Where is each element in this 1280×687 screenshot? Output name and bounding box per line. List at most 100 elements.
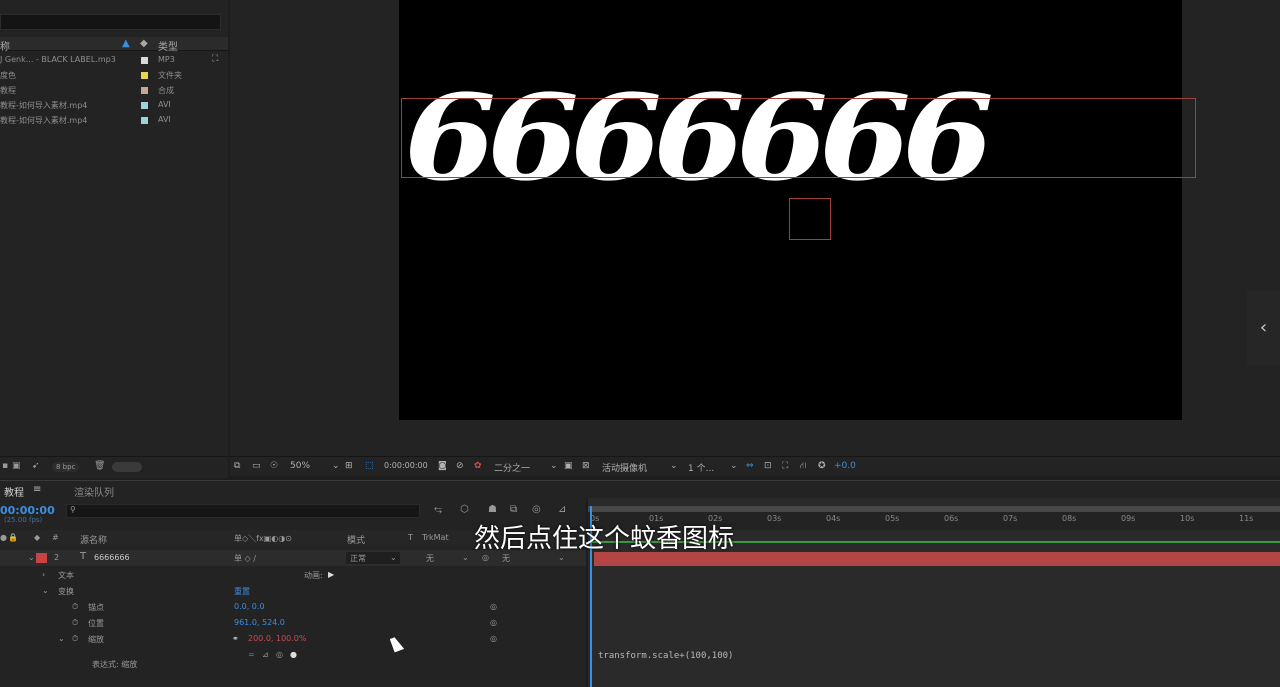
exposure-value[interactable]: +0.0 <box>834 461 856 471</box>
sort-up-icon[interactable]: ▲ <box>122 38 130 49</box>
layer-label-color[interactable] <box>36 553 47 563</box>
mode-header[interactable]: 模式 <box>347 533 365 546</box>
new-folder-icon[interactable]: ▪ <box>2 461 8 471</box>
zoom-select[interactable]: 50% <box>290 461 310 471</box>
trash-icon[interactable]: 🗑 <box>94 461 105 471</box>
fast-preview-icon[interactable]: ⇔ <box>746 461 754 471</box>
prop-transform-row[interactable]: ⌄ 变换 重置 <box>0 583 586 599</box>
mask-icon[interactable]: ☉ <box>270 461 278 471</box>
prop-text-row[interactable]: › 文本 动画: ▶ <box>0 567 586 583</box>
draft-3d-icon[interactable]: ⬡ <box>460 504 469 515</box>
flowchart-icon[interactable]: ⛙ <box>800 461 806 472</box>
always-preview-icon[interactable]: ⧉ <box>234 461 240 471</box>
project-item[interactable]: J Genk... - BLACK LABEL.mp3 MP3 <box>0 53 212 68</box>
roi-icon[interactable]: ▣ <box>564 461 573 471</box>
source-name-header[interactable]: 源名称 <box>80 533 107 546</box>
project-search-input[interactable] <box>0 14 221 30</box>
label-swatch[interactable] <box>141 102 148 109</box>
project-item[interactable]: 教程-如何导入素材.mp4 AVI <box>0 98 212 113</box>
project-item-name: 教程-如何导入素材.mp4 <box>0 101 88 110</box>
new-comp-icon[interactable]: ▣ <box>12 461 21 471</box>
ruler-label: 10s <box>1180 514 1195 523</box>
chevron-down-icon[interactable]: ⌄ <box>670 461 678 471</box>
chevron-down-icon[interactable]: ⌄ <box>550 461 558 471</box>
position-value[interactable]: 961.0, 524.0 <box>234 618 285 627</box>
render-icon[interactable]: ➹ <box>32 461 40 471</box>
prop-position-row[interactable]: ⏱ 位置 961.0, 524.0 ◎ <box>0 615 586 631</box>
bpc-button[interactable]: 8 bpc <box>52 462 80 472</box>
expression-label-row: 表达式: 缩放 <box>0 656 586 672</box>
expression-pickwhip-icon[interactable]: ◎ <box>490 634 497 643</box>
hierarchy-icon[interactable]: ⛶ <box>212 54 218 64</box>
project-zoom-slider[interactable] <box>112 462 142 472</box>
label-swatch[interactable] <box>141 72 148 79</box>
project-item[interactable]: 度色 文件夹 <box>0 68 212 83</box>
camera-icon[interactable]: ◙ <box>438 461 447 471</box>
stopwatch-icon[interactable]: ⏱ <box>72 618 78 628</box>
menu-icon[interactable]: ≡ <box>33 484 41 495</box>
expression-editor[interactable]: transform.scale+(100,100) <box>598 651 733 661</box>
viewer-timecode[interactable]: 0:00:00:00 <box>384 461 428 470</box>
snapshot-icon[interactable]: ⊡ <box>764 461 772 471</box>
eye-icon[interactable]: ● <box>0 533 7 542</box>
3d-icon[interactable]: ⛶ <box>782 461 788 471</box>
stopwatch-icon[interactable]: ⏱ <box>72 602 78 612</box>
prop-anchor-row[interactable]: ⏱ 锚点 0.0, 0.0 ◎ <box>0 599 586 615</box>
label-swatch[interactable] <box>141 87 148 94</box>
prop-scale-row[interactable]: ⌄ ⏱ 缩放 ⚭ 200.0, 100.0% ◎ <box>0 631 586 647</box>
text-bounding-box[interactable] <box>401 98 1196 178</box>
layer-switches-icon[interactable]: 单 ◇ ∕ <box>234 553 256 564</box>
work-area-bar[interactable] <box>588 506 1280 512</box>
chevron-down-icon[interactable]: ⌄ <box>58 634 65 643</box>
project-item[interactable]: 教程-如何导入素材.mp4 AVI <box>0 113 212 128</box>
trkmat-header[interactable]: TrkMat <box>422 533 449 542</box>
switches-icon[interactable]: 单◇＼fx▣◐◑⊙ <box>234 533 292 544</box>
chevron-down-icon[interactable]: ⌄ <box>332 461 340 471</box>
reset-link[interactable]: 重置 <box>234 586 250 597</box>
anchor-point-box[interactable] <box>789 198 831 240</box>
exposure-reset-icon[interactable]: ✪ <box>818 461 826 471</box>
scale-value[interactable]: 200.0, 100.0% <box>248 634 307 643</box>
project-item-type: MP3 <box>158 55 175 64</box>
trkmat-value[interactable]: 无 <box>426 553 434 564</box>
frame-blend-icon[interactable]: ⧉ <box>510 504 517 515</box>
label-swatch[interactable] <box>141 57 148 64</box>
timeline-search-input[interactable] <box>66 504 420 518</box>
chevron-down-icon: ⌄ <box>390 553 397 562</box>
comp-flowchart-icon[interactable]: ⥃ <box>434 504 442 515</box>
column-type-header[interactable]: 类型 <box>158 38 178 53</box>
constrain-link-icon[interactable]: ⚭ <box>232 634 239 643</box>
tab-render-queue[interactable]: 渲染队列 <box>74 484 114 499</box>
expression-pickwhip-icon[interactable]: ◎ <box>490 602 497 611</box>
chevron-down-icon[interactable]: ⌄ <box>42 586 49 595</box>
grid-icon[interactable]: ⊞ <box>345 461 353 471</box>
lock-icon[interactable]: 🔒 <box>8 533 18 542</box>
chevron-right-icon[interactable]: › <box>42 570 45 579</box>
tab-comp[interactable]: 教程 <box>4 484 24 499</box>
stopwatch-icon[interactable]: ⏱ <box>72 634 78 644</box>
views-select[interactable]: 1 个... <box>688 461 714 474</box>
shy-icon[interactable]: ☗ <box>488 504 497 515</box>
color-icon[interactable]: ✿ <box>474 461 482 471</box>
anchor-value[interactable]: 0.0, 0.0 <box>234 602 265 611</box>
motion-blur-icon[interactable]: ◎ <box>532 504 541 515</box>
chevron-down-icon[interactable]: ⌄ <box>28 553 35 562</box>
monitor-icon[interactable]: ▭ <box>252 461 261 471</box>
column-name-header[interactable]: 称 <box>0 38 10 53</box>
label-tag-icon[interactable]: ◆ <box>34 533 40 542</box>
graph-editor-icon[interactable]: ⊿ <box>558 504 566 515</box>
project-item[interactable]: 教程 合成 <box>0 83 212 98</box>
animate-play-icon[interactable]: ▶ <box>328 570 334 579</box>
expression-pickwhip-icon[interactable]: ◎ <box>490 618 497 627</box>
chevron-down-icon[interactable]: ⌄ <box>730 461 738 471</box>
label-swatch[interactable] <box>141 117 148 124</box>
prop-text-label: 文本 <box>58 571 74 580</box>
camera-select[interactable]: 活动摄像机 <box>602 461 647 474</box>
t-header: T <box>408 533 413 542</box>
chevron-left-icon[interactable]: ‹ <box>1247 291 1280 365</box>
layer-name[interactable]: 6666666 <box>94 553 130 562</box>
transparency-icon[interactable]: ⊠ <box>582 461 590 471</box>
channel-icon[interactable]: ⊘ <box>456 461 464 471</box>
resolution-select[interactable]: 二分之一 <box>494 461 530 474</box>
region-icon[interactable]: ⬚ <box>365 461 374 471</box>
